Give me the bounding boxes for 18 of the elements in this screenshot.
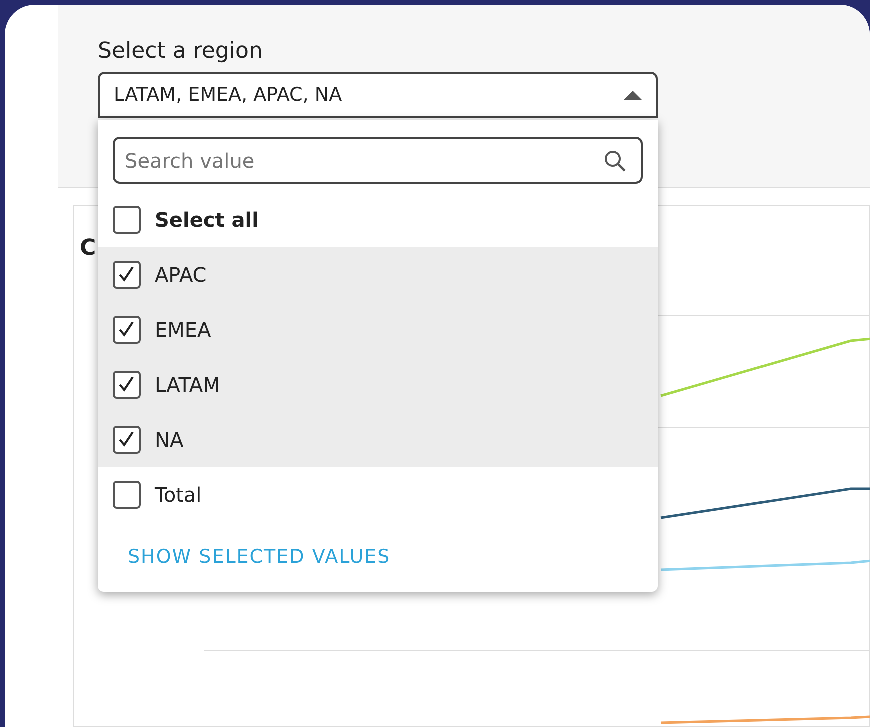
checkbox[interactable] xyxy=(113,480,141,508)
option-item[interactable]: LATAM xyxy=(98,357,658,412)
checkbox[interactable] xyxy=(113,370,141,398)
checkbox[interactable] xyxy=(113,260,141,288)
checkbox[interactable] xyxy=(113,426,141,454)
option-item[interactable]: Select all xyxy=(98,192,658,247)
filter-label: Select a region xyxy=(98,39,264,64)
option-item[interactable]: NA xyxy=(98,412,658,467)
search-field[interactable]: Search value xyxy=(113,137,643,184)
region-dropdown[interactable]: LATAM, EMEA, APAC, NA xyxy=(98,72,658,118)
option-item[interactable]: Total xyxy=(98,467,658,522)
option-item[interactable]: EMEA xyxy=(98,302,658,357)
checkbox[interactable] xyxy=(113,206,141,234)
chart-title: C xyxy=(80,236,96,261)
search-icon xyxy=(603,149,627,173)
caret-icon xyxy=(624,90,642,100)
option-item[interactable]: APAC xyxy=(98,247,658,302)
checkbox[interactable] xyxy=(113,316,141,344)
